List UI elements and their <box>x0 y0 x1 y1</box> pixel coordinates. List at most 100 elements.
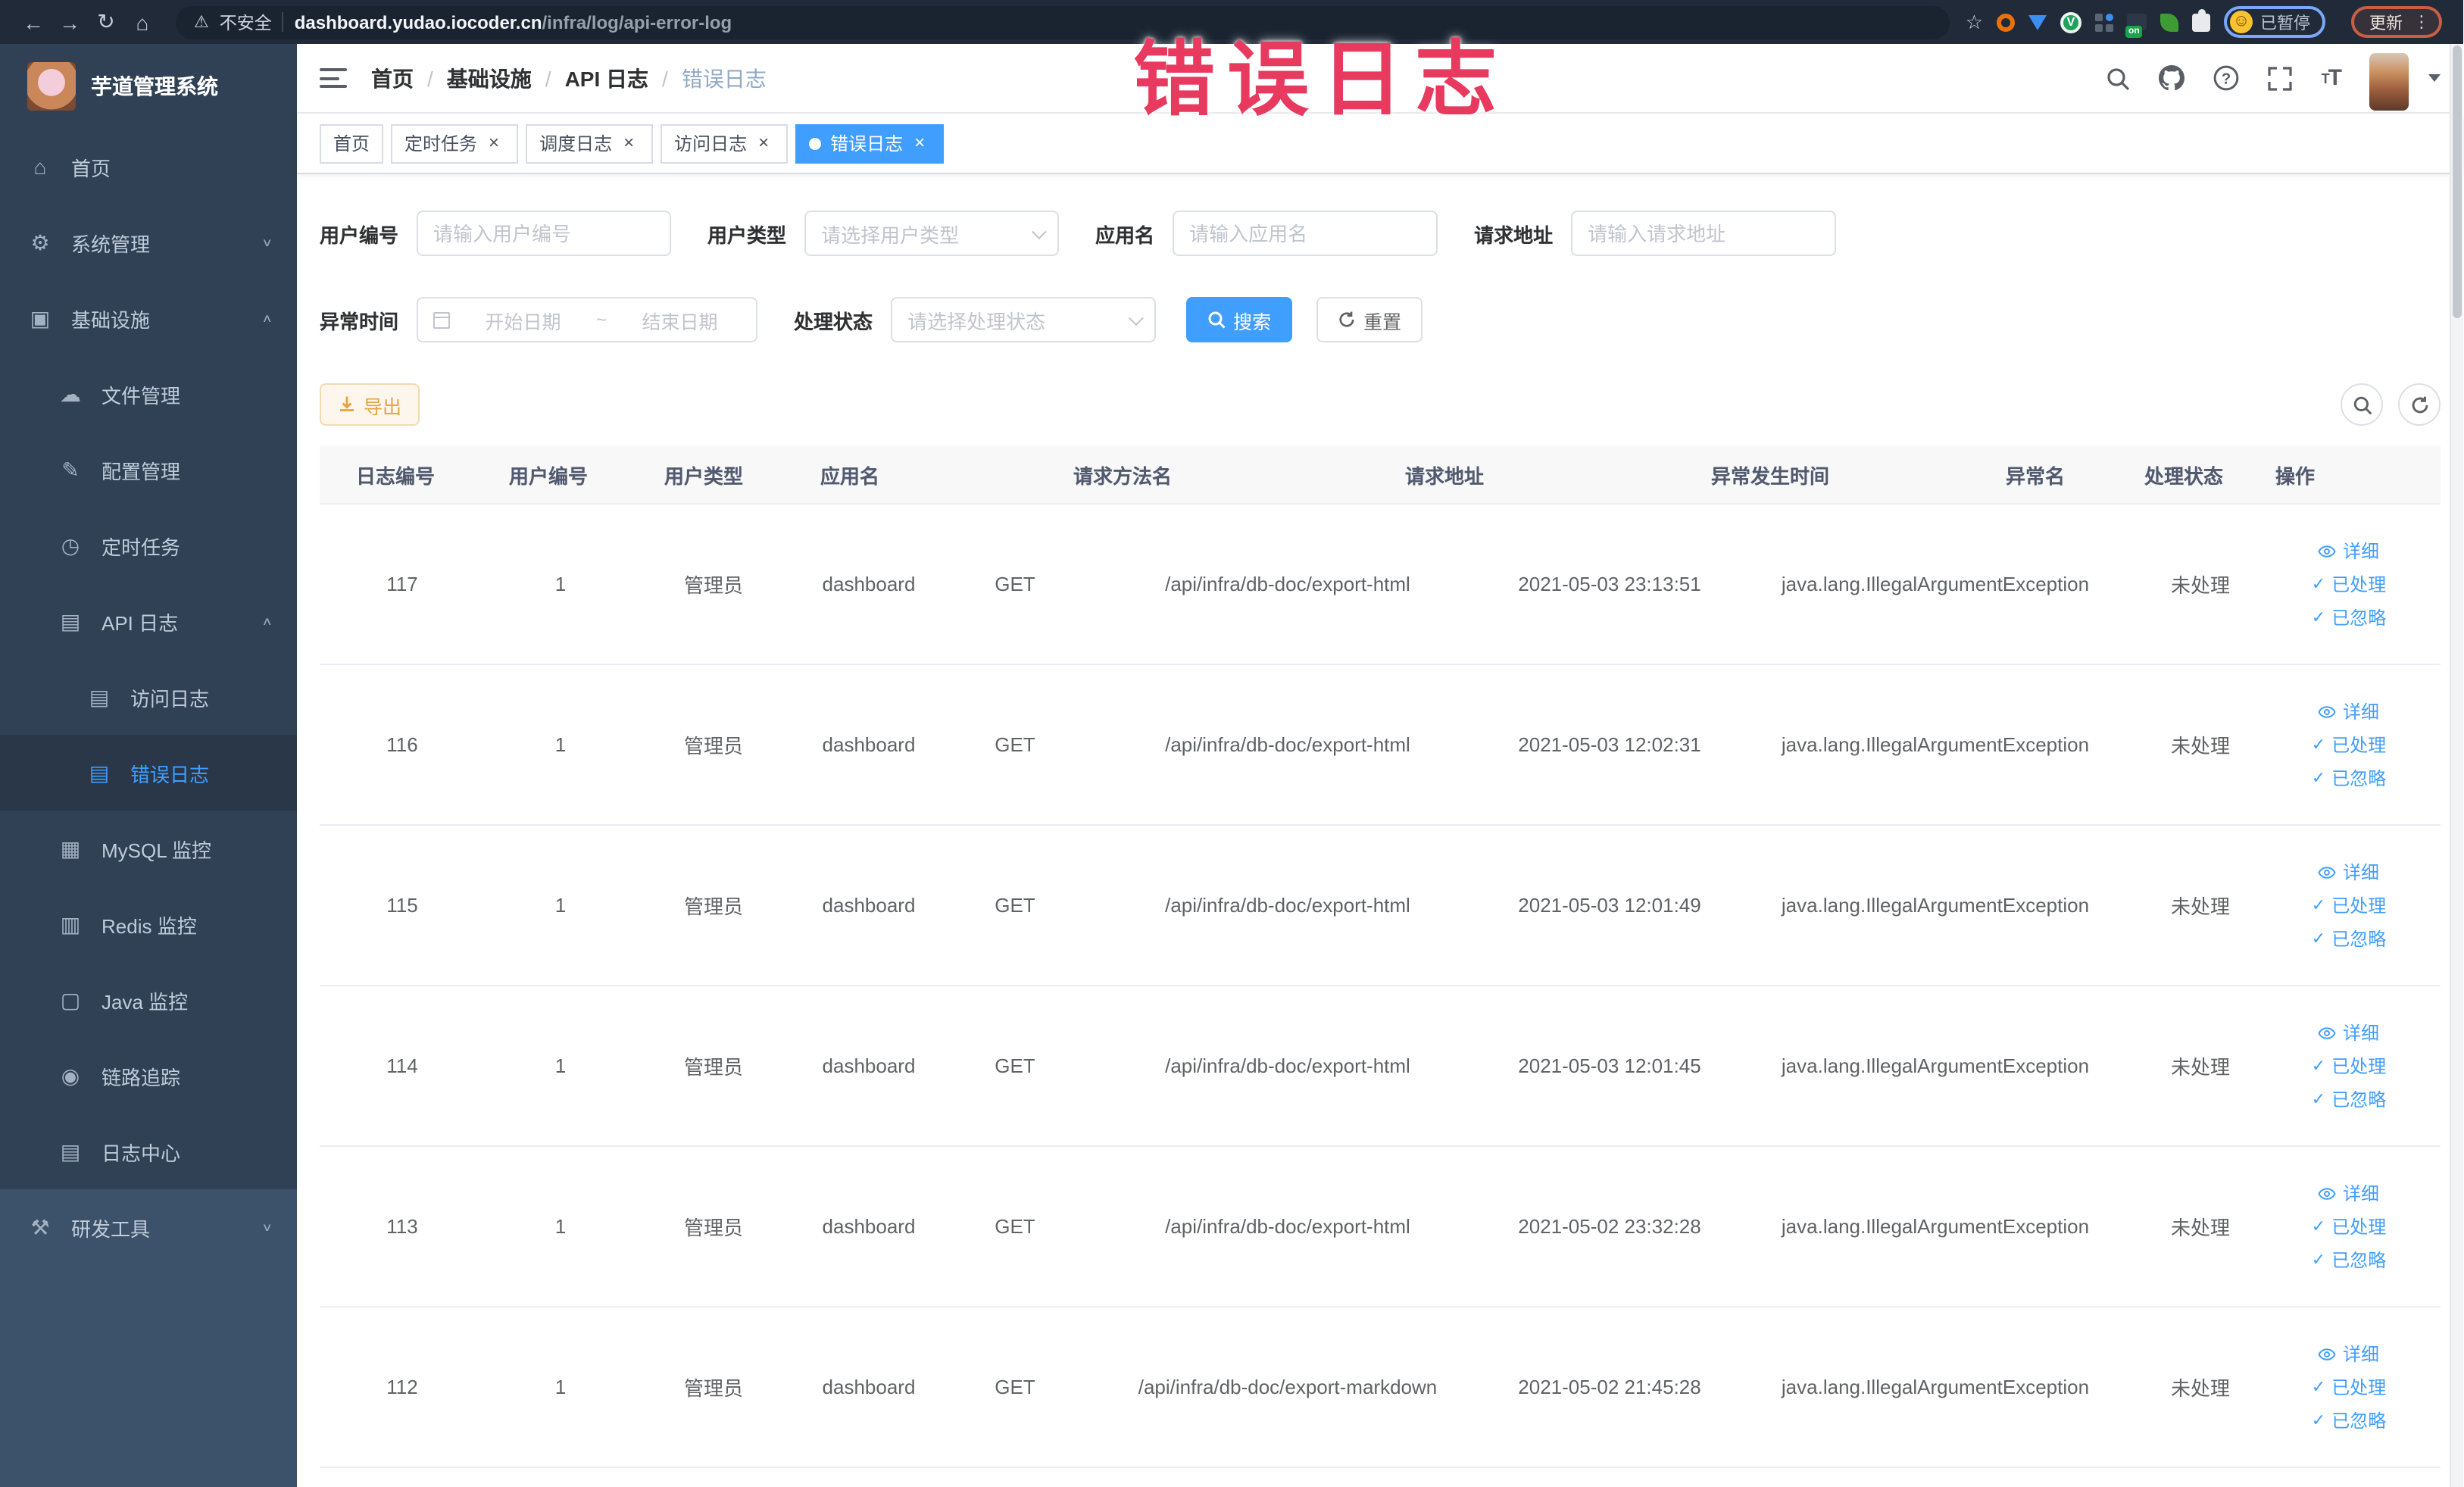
menu-item-icon: ▤ <box>60 608 81 633</box>
processed-link[interactable]: ✓ 已处理 <box>2312 892 2386 918</box>
processed-link[interactable]: ✓ 已处理 <box>2312 571 2386 597</box>
detail-link[interactable]: 详细 <box>2319 698 2379 724</box>
export-button[interactable]: 导出 <box>320 383 420 426</box>
reset-button[interactable]: 重置 <box>1316 297 1423 342</box>
sidebar-menu-item[interactable]: ▥ Redis 监控 <box>0 886 297 962</box>
hamburger-icon[interactable] <box>320 68 347 88</box>
cell-status: 未处理 <box>2170 735 2230 758</box>
tab-label: 定时任务 <box>404 133 478 155</box>
sidebar-menu-item[interactable]: ☁ 文件管理 <box>0 356 297 432</box>
processed-link[interactable]: ✓ 已处理 <box>2312 1053 2386 1079</box>
browser-nav-icon[interactable]: ← <box>15 4 52 40</box>
tab[interactable]: 定时任务 × <box>391 123 519 163</box>
check-icon: ✓ <box>2311 1218 2326 1236</box>
menu-item-label: Java 监控 <box>101 990 189 1013</box>
tab[interactable]: 调度日志 × <box>526 123 654 163</box>
start-date-placeholder: 开始日期 <box>485 311 561 333</box>
kebab-menu-icon[interactable]: ⋮ <box>2413 12 2430 32</box>
address-bar[interactable]: ⚠ 不安全 dashboard.yudao.iocoder.cn/infra/l… <box>176 5 1950 39</box>
chevron-down-icon[interactable] <box>2428 74 2441 82</box>
close-icon[interactable]: × <box>753 132 774 154</box>
leaf-icon[interactable] <box>2160 13 2178 31</box>
bookmark-star-icon[interactable]: ☆ <box>1966 10 1983 34</box>
detail-link[interactable]: 详细 <box>2319 538 2379 564</box>
ignored-link[interactable]: ✓ 已忽略 <box>2312 926 2386 951</box>
sidebar-menu-item[interactable]: ⚒ 研发工具 ∨ <box>0 1189 297 1265</box>
sidebar-menu-item[interactable]: ⌂ 首页 <box>0 129 297 205</box>
request-url-input[interactable] <box>1571 211 1837 256</box>
orange-ring-icon[interactable] <box>1997 13 2015 31</box>
github-icon[interactable] <box>2159 65 2185 91</box>
check-icon: ✓ <box>2311 1379 2326 1397</box>
ignored-link[interactable]: ✓ 已忽略 <box>2312 1086 2386 1112</box>
date-range-picker[interactable]: 开始日期 ~ 结束日期 <box>417 297 758 342</box>
fullscreen-icon[interactable] <box>2269 66 2293 90</box>
profile-paused-chip[interactable]: ☺ 已暂停 <box>2224 6 2325 38</box>
help-icon[interactable]: ? <box>2214 65 2240 91</box>
detail-link[interactable]: 详细 <box>2319 859 2379 885</box>
sidebar-menu-item[interactable]: ▤ 访问日志 <box>0 659 297 735</box>
security-label[interactable]: 不安全 <box>220 10 272 34</box>
search-button[interactable]: 搜索 <box>1186 297 1293 342</box>
toggle-on-icon[interactable]: on <box>2125 14 2147 38</box>
detail-link[interactable]: 详细 <box>2319 1341 2379 1367</box>
tab[interactable]: 错误日志 × <box>795 123 945 163</box>
close-icon[interactable]: × <box>618 132 639 154</box>
browser-nav-icon[interactable]: → <box>52 4 88 40</box>
breadcrumb-item[interactable]: API 日志 / <box>565 63 682 93</box>
browser-update-button[interactable]: 更新 ⋮ <box>2351 6 2442 38</box>
cell-status: 未处理 <box>2170 1377 2230 1400</box>
processed-link[interactable]: ✓ 已处理 <box>2312 732 2386 758</box>
close-icon[interactable]: × <box>483 132 504 154</box>
menu-item-icon: ✎ <box>61 457 80 481</box>
ignored-link[interactable]: ✓ 已忽略 <box>2312 765 2386 791</box>
processed-link[interactable]: ✓ 已处理 <box>2312 1374 2386 1400</box>
user-id-input[interactable] <box>417 211 672 256</box>
sidebar-menu-item[interactable]: ⚙ 系统管理 ∨ <box>0 205 297 280</box>
scrollbar-thumb[interactable] <box>2453 45 2462 318</box>
main-area: 首页/ 基础设施/ API 日志/ 错误日志/ <box>297 44 2463 1487</box>
sidebar-menu-item[interactable]: ▢ Java 监控 <box>0 962 297 1038</box>
sidebar-menu-item[interactable]: ▤ API 日志 ∧ <box>0 583 297 659</box>
search-toggle-icon[interactable] <box>2341 383 2383 426</box>
check-icon: ✓ <box>2311 736 2326 754</box>
sidebar-logo[interactable]: 芋道管理系统 <box>0 44 297 129</box>
sidebar-menu-item[interactable]: ◉ 链路追踪 <box>0 1038 297 1114</box>
close-icon[interactable]: × <box>909 132 930 154</box>
green-check-circle-icon[interactable]: V <box>2060 11 2081 33</box>
sidebar-menu-item[interactable]: ◷ 定时任务 <box>0 508 297 583</box>
sidebar-menu-item[interactable]: ▤ 错误日志 <box>0 735 297 811</box>
ignored-link[interactable]: ✓ 已忽略 <box>2312 1407 2386 1433</box>
tab[interactable]: 首页 × <box>320 123 384 163</box>
breadcrumb-item[interactable]: 基础设施 / <box>447 63 565 93</box>
sidebar-menu-item[interactable]: ▤ 日志中心 <box>0 1114 297 1189</box>
refresh-icon[interactable] <box>2398 383 2441 426</box>
cell-log-id: 113 <box>386 1215 418 1238</box>
search-icon[interactable] <box>2106 66 2131 90</box>
blue-shield-icon[interactable] <box>2028 14 2047 30</box>
process-status-select[interactable]: 请选择处理状态 <box>891 297 1157 342</box>
breadcrumb-item[interactable]: 首页 / <box>371 63 447 93</box>
browser-nav-icon[interactable]: ↻ <box>88 4 124 40</box>
detail-link[interactable]: 详细 <box>2319 1180 2379 1206</box>
avatar[interactable] <box>2369 52 2409 110</box>
cell-user-id: 1 <box>554 1054 567 1077</box>
user-type-select[interactable]: 请选择用户类型 <box>804 211 1060 256</box>
processed-link[interactable]: ✓ 已处理 <box>2312 1214 2386 1239</box>
ignored-link[interactable]: ✓ 已忽略 <box>2312 604 2386 630</box>
font-size-icon[interactable]: TT <box>2322 65 2342 91</box>
puzzle-extension-icon[interactable] <box>2192 8 2210 31</box>
cell-actions: 详细 ✓ 已处理 ✓ 已忽略 <box>2257 986 2441 1145</box>
cell-app-name: dashboard <box>822 1054 916 1077</box>
scrollbar[interactable] <box>2450 44 2463 1487</box>
detail-link[interactable]: 详细 <box>2319 1020 2379 1045</box>
apps-grid-icon[interactable] <box>2095 13 2113 31</box>
app-name-input[interactable] <box>1173 211 1438 256</box>
sidebar-menu-item[interactable]: ▦ MySQL 监控 <box>0 811 297 886</box>
sidebar-menu-item[interactable]: ✎ 配置管理 <box>0 432 297 508</box>
ignored-link[interactable]: ✓ 已忽略 <box>2312 1247 2386 1273</box>
sidebar-menu-item[interactable]: ▣ 基础设施 ∧ <box>0 280 297 356</box>
tab[interactable]: 访问日志 × <box>661 123 789 163</box>
browser-nav-icon[interactable]: ⌂ <box>124 4 161 40</box>
browser-extensions-area: ☆ V on ☺ 已暂停 更新 ⋮ <box>1966 6 2448 38</box>
